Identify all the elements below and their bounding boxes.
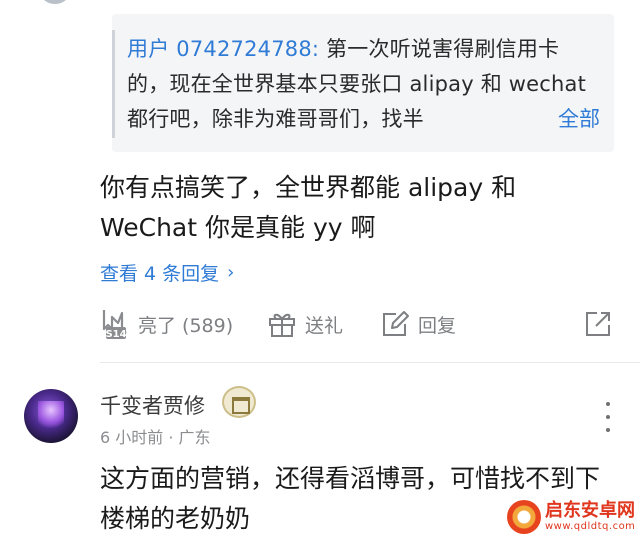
share-button[interactable] bbox=[583, 304, 613, 344]
gift-icon bbox=[267, 310, 297, 338]
watermark-text: 启东安卓网 www.qdldtq.com bbox=[545, 501, 635, 533]
user-badge-icon bbox=[222, 386, 256, 418]
svg-text:S14: S14 bbox=[105, 329, 126, 340]
avatar[interactable] bbox=[24, 389, 78, 443]
username[interactable]: 千变者贾修 bbox=[100, 390, 205, 420]
watermark-url: www.qdldtq.com bbox=[545, 521, 636, 532]
more-vertical-icon[interactable] bbox=[598, 402, 618, 432]
like-badge-icon: S14 bbox=[100, 307, 130, 341]
quoted-username[interactable]: 用户 0742724788: bbox=[127, 37, 319, 61]
quote-expand-link[interactable]: 全部 bbox=[518, 102, 600, 137]
gift-label: 送礼 bbox=[305, 314, 344, 337]
reply-label: 回复 bbox=[418, 314, 457, 337]
dot bbox=[606, 428, 610, 432]
quoted-comment[interactable]: 用户 0742724788: 第一次听说害得刷信用卡的，现在全世界基本只要张口 … bbox=[112, 14, 614, 152]
like-label: 亮了 (589) bbox=[138, 314, 234, 337]
quote-bar bbox=[112, 30, 115, 138]
share-icon bbox=[583, 309, 613, 339]
reply-button[interactable]: 回复 bbox=[380, 304, 456, 344]
reply-action-bar: S14 亮了 (589) 送礼 回复 bbox=[0, 304, 640, 344]
like-button[interactable]: S14 亮了 (589) bbox=[100, 304, 233, 344]
view-replies-label: 查看 4 条回复 bbox=[100, 263, 220, 285]
dot bbox=[606, 402, 610, 406]
chevron-right-icon: › bbox=[227, 262, 235, 283]
dot bbox=[606, 415, 610, 419]
watermark: 启东安卓网 www.qdldtq.com bbox=[507, 498, 637, 536]
watermark-title: 启东安卓网 bbox=[545, 500, 635, 521]
reply-body: 你有点搞笑了，全世界都能 alipay 和 WeChat 你是真能 yy 啊 bbox=[100, 173, 517, 242]
comment-time-location: 6 小时前 · 广东 bbox=[100, 428, 211, 447]
divider bbox=[100, 362, 640, 363]
edit-reply-icon bbox=[380, 310, 410, 338]
view-replies-link[interactable]: 查看 4 条回复 › bbox=[100, 259, 234, 286]
gift-button[interactable]: 送礼 bbox=[267, 304, 343, 344]
watermark-logo bbox=[507, 500, 541, 534]
previous-avatar bbox=[38, 0, 72, 4]
